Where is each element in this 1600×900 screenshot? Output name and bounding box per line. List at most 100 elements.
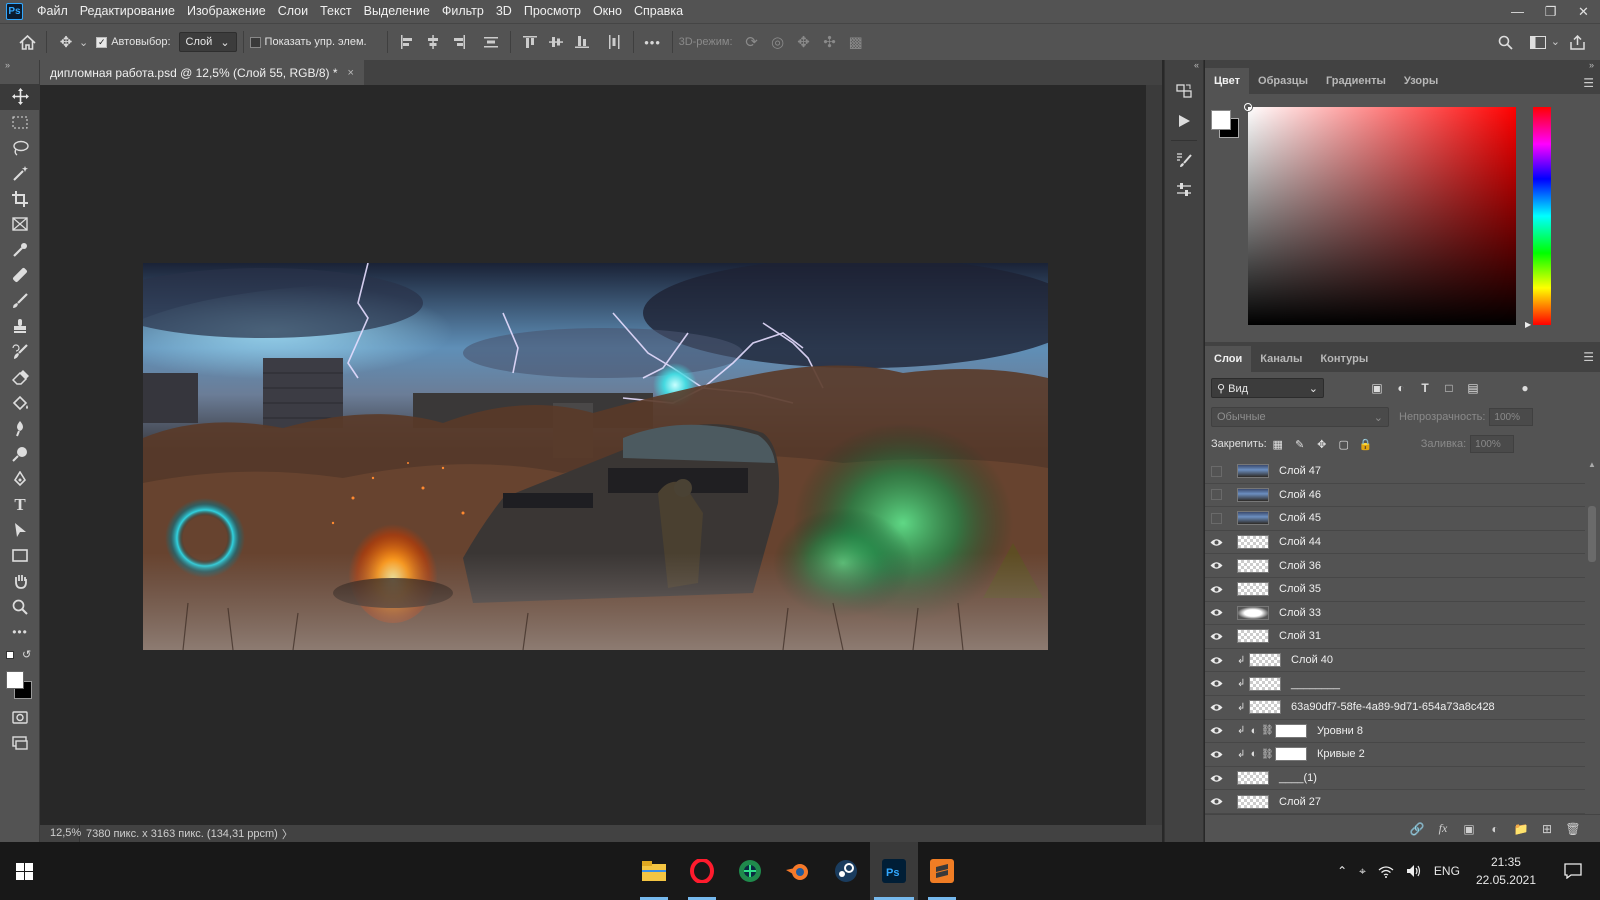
share-icon[interactable] [1564, 29, 1590, 55]
layer-row[interactable]: Слой 36 [1205, 554, 1585, 578]
edit-toolbar-icon[interactable]: ••• [0, 620, 40, 646]
layer-row[interactable]: ____(1) [1205, 766, 1585, 791]
tab-layers[interactable]: Слои [1205, 346, 1252, 372]
input-language[interactable]: ENG [1428, 864, 1466, 878]
chain-link-icon[interactable]: ⛓ [1261, 749, 1274, 760]
steam-icon[interactable] [822, 842, 870, 900]
minimize-icon[interactable]: — [1501, 0, 1534, 23]
tab-patterns[interactable]: Узоры [1395, 68, 1447, 94]
lock-pixels-icon[interactable]: ✎ [1289, 438, 1311, 451]
collapse-panel-icon[interactable]: « [1165, 60, 1203, 72]
layer-name[interactable]: Слой 47 [1279, 465, 1321, 477]
distribute-horizontal-icon[interactable] [478, 29, 504, 55]
layer-name[interactable]: 63a90df7-58fe-4a89-9d71-654a73a8c428 [1291, 701, 1495, 713]
layer-thumbnail[interactable] [1237, 794, 1269, 809]
layer-thumbnail[interactable] [1249, 676, 1281, 691]
foreground-color-swatch[interactable] [1211, 110, 1231, 130]
autoselect-target-select[interactable]: Слой ⌄ [178, 32, 237, 52]
menu-image[interactable]: Изображение [181, 0, 272, 23]
layer-name[interactable]: ________ [1291, 678, 1340, 690]
align-bottom-icon[interactable] [569, 29, 595, 55]
align-left-icon[interactable] [394, 29, 420, 55]
panel-menu-icon[interactable]: ☰ [1583, 76, 1594, 90]
layer-row[interactable]: Слой 35 [1205, 577, 1585, 602]
volume-icon[interactable] [1400, 864, 1428, 878]
delete-layer-icon[interactable]: 🗑 [1560, 822, 1586, 836]
filter-type-icon[interactable]: T [1414, 381, 1436, 395]
collapse-panel-icon[interactable]: » [0, 60, 39, 72]
lasso-tool-icon[interactable] [0, 135, 40, 161]
file-explorer-icon[interactable] [630, 842, 678, 900]
status-menu-arrow-icon[interactable]: 〉 [282, 826, 293, 842]
document-tab[interactable]: дипломная работа.psd @ 12,5% (Слой 55, R… [40, 60, 364, 85]
tab-gradients[interactable]: Градиенты [1317, 68, 1395, 94]
3d-roll-icon[interactable]: ◎ [765, 29, 791, 55]
document-canvas-image[interactable] [143, 263, 1048, 650]
network-adapter-icon[interactable]: ⌖ [1353, 864, 1372, 879]
layer-name[interactable]: Слой 36 [1279, 560, 1321, 572]
layer-name[interactable]: Слой 40 [1291, 654, 1333, 666]
marquee-tool-icon[interactable] [0, 110, 40, 136]
menu-type[interactable]: Текст [314, 0, 357, 23]
layer-thumbnail[interactable] [1237, 464, 1269, 479]
scroll-up-icon[interactable]: ▲ [1586, 460, 1598, 469]
sublime-icon[interactable] [918, 842, 966, 900]
blend-mode-select[interactable]: Обычные ⌄ [1211, 407, 1389, 427]
layer-thumbnail[interactable] [1275, 723, 1307, 738]
quick-mask-icon[interactable] [0, 705, 40, 731]
layer-name[interactable]: Слой 45 [1279, 512, 1321, 524]
lock-position-icon[interactable]: ✥ [1311, 438, 1333, 451]
workspace-icon[interactable] [1525, 29, 1551, 55]
layer-thumbnail[interactable] [1237, 511, 1269, 526]
default-colors-icon[interactable] [6, 651, 14, 659]
system-clock[interactable]: 21:35 22.05.2021 [1466, 853, 1546, 889]
layer-thumbnail[interactable] [1237, 771, 1269, 786]
blender-icon[interactable] [774, 842, 822, 900]
tab-channels[interactable]: Каналы [1251, 346, 1311, 372]
clone-stamp-tool-icon[interactable] [0, 314, 40, 340]
canvas-vertical-scrollbar[interactable] [1146, 85, 1162, 825]
restore-icon[interactable]: ❐ [1534, 0, 1567, 23]
autoselect-checkbox[interactable]: ✓ [96, 36, 108, 48]
photoshop-icon[interactable]: Ps [870, 842, 918, 900]
opera-icon[interactable] [678, 842, 726, 900]
adjustments-sliders-icon[interactable] [1165, 175, 1203, 205]
visibility-toggle[interactable] [1205, 489, 1227, 501]
filter-toggle-icon[interactable]: ● [1514, 381, 1536, 395]
eye-icon[interactable] [1205, 625, 1227, 648]
new-adjustment-layer-icon[interactable]: ◐ [1482, 822, 1508, 836]
photoshop-logo-icon[interactable]: Ps [6, 3, 23, 20]
close-tab-icon[interactable]: × [348, 67, 354, 79]
layer-thumbnail[interactable] [1237, 558, 1269, 573]
notifications-icon[interactable] [1546, 863, 1600, 879]
path-selection-tool-icon[interactable] [0, 518, 40, 544]
3d-orbit-icon[interactable]: ⟳ [739, 29, 765, 55]
fill-input[interactable]: 100% [1470, 435, 1515, 453]
layer-row[interactable]: ↲ ◐ ⛓ Кривые 2 [1205, 743, 1585, 767]
eye-icon[interactable] [1205, 743, 1227, 766]
layer-name[interactable]: Уровни 8 [1317, 725, 1363, 737]
link-layers-icon[interactable]: 🔗 [1404, 822, 1430, 836]
screen-mode-icon[interactable] [0, 731, 40, 757]
layer-row[interactable]: Слой 31 [1205, 625, 1585, 649]
tab-paths[interactable]: Контуры [1311, 346, 1377, 372]
menu-select[interactable]: Выделение [358, 0, 436, 23]
type-tool-icon[interactable]: T [0, 492, 40, 518]
menu-file[interactable]: Файл [31, 0, 74, 23]
rectangle-tool-icon[interactable] [0, 543, 40, 569]
show-transform-checkbox[interactable] [249, 36, 261, 48]
eye-icon[interactable] [1205, 790, 1227, 813]
eye-icon[interactable] [1205, 601, 1227, 624]
scroll-thumb[interactable] [1588, 506, 1596, 562]
layer-name[interactable]: Кривые 2 [1317, 748, 1365, 760]
move-tool-preset-icon[interactable]: ✥ [53, 29, 79, 55]
eye-icon[interactable] [1205, 767, 1227, 790]
foreground-color-swatch[interactable] [6, 671, 24, 689]
3d-scale-icon[interactable]: ▩ [843, 29, 869, 55]
eye-icon[interactable] [1205, 696, 1227, 719]
layer-row[interactable]: Слой 33 [1205, 601, 1585, 626]
windows-start-icon[interactable] [0, 842, 48, 900]
layer-thumbnail[interactable] [1237, 487, 1269, 502]
layer-thumbnail[interactable] [1275, 747, 1307, 762]
eye-icon[interactable] [1205, 554, 1227, 577]
